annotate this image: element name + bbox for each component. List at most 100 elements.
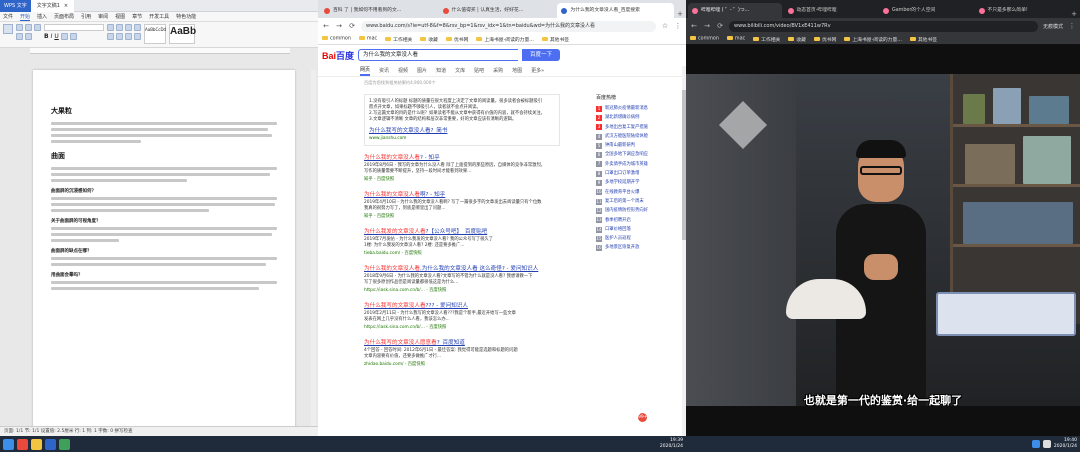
bookmark-item[interactable]: 其他书签 <box>541 36 569 43</box>
menu-item[interactable]: 审阅 <box>98 13 108 20</box>
menu-item[interactable]: 引用 <box>81 13 91 20</box>
wps-doc-tab[interactable]: 文字文稿1 × <box>30 0 75 12</box>
style-normal[interactable]: AaBbCcDd <box>144 24 166 44</box>
chrome-taskbar-icon[interactable] <box>17 438 28 450</box>
hot-item[interactable]: 16 多地景区恢复开放 <box>596 243 682 252</box>
reload-icon[interactable]: ⟳ <box>348 22 356 30</box>
number-list-icon[interactable] <box>116 24 123 31</box>
align-center-icon[interactable] <box>116 33 123 40</box>
bookmark-item[interactable]: 上海书屋-阅读的力量... <box>844 36 902 43</box>
menu-item[interactable]: 插入 <box>37 13 47 20</box>
search-tab[interactable]: 视频 <box>398 67 408 74</box>
search-tab[interactable]: 贴吧 <box>474 67 484 74</box>
bold-icon[interactable]: B <box>44 33 49 40</box>
hot-item[interactable]: 15 医护人员返程 <box>596 234 682 243</box>
notification-badge[interactable]: 99+ <box>638 413 648 422</box>
menu-item[interactable]: 开始 <box>20 13 31 21</box>
close-icon[interactable]: × <box>64 0 68 12</box>
bookmark-item[interactable]: common <box>322 36 351 42</box>
result-title[interactable]: 为什么我的文章没人看? - 知乎 <box>364 153 560 161</box>
undo-icon[interactable] <box>16 33 23 40</box>
search-tab[interactable]: 文库 <box>455 67 465 74</box>
bookmark-item[interactable]: 工作相关 <box>385 36 412 43</box>
back-icon[interactable]: ← <box>690 22 698 30</box>
menu-icon[interactable]: ⋮ <box>674 22 682 30</box>
italic-icon[interactable]: I <box>51 33 53 40</box>
reload-icon[interactable]: ⟳ <box>716 22 724 30</box>
hot-item[interactable]: 1 新冠肺炎疫情最新消息 <box>596 104 682 113</box>
video-player[interactable]: 也就是第一代的鉴赏·给一起聊了 <box>686 74 1080 406</box>
hot-item[interactable]: 13 春季招聘开启 <box>596 216 682 225</box>
browser-tab[interactable]: 不只是多那么简单! <box>974 3 1068 18</box>
menu-item[interactable]: 页面布局 <box>54 13 74 20</box>
search-tab[interactable]: 网页 <box>360 66 371 76</box>
hot-item[interactable]: 7 外卖骑手成为城市英雄 <box>596 160 682 169</box>
menu-icon[interactable]: ⋮ <box>1068 22 1076 30</box>
outdent-icon[interactable] <box>134 24 141 31</box>
align-right-icon[interactable] <box>125 33 132 40</box>
wechat-taskbar-icon[interactable] <box>59 438 70 450</box>
browser-tab[interactable]: 动态首页-哔哩哔哩 <box>783 3 877 18</box>
browser-tab[interactable]: 什么值得买 | 认真生活，好好花... <box>438 3 556 18</box>
menu-item[interactable]: 文件 <box>3 13 13 20</box>
indent-icon[interactable] <box>125 24 132 31</box>
network-icon[interactable] <box>1031 440 1040 448</box>
answer-link[interactable]: 为什么我写的文章没人看?_简书 <box>369 126 555 134</box>
bookmark-item[interactable]: 收藏 <box>420 36 438 43</box>
bookmark-item[interactable]: mac <box>726 36 745 42</box>
align-left-icon[interactable] <box>107 33 114 40</box>
new-tab-icon[interactable]: + <box>1070 10 1078 18</box>
bullet-list-icon[interactable] <box>107 24 114 31</box>
incognito-label[interactable]: 无痕模式 <box>1043 23 1063 30</box>
hot-item[interactable]: 10 在线教育平台火爆 <box>596 188 682 197</box>
bookmark-item[interactable]: 上海书屋-阅读的力量... <box>476 36 534 43</box>
format-painter-icon[interactable] <box>34 24 41 31</box>
result-title[interactable]: 为什么我的文章没人看,为什么我的文章没人看 这么奇怪? - 爱问知识人 <box>364 264 560 272</box>
new-tab-icon[interactable]: + <box>676 10 684 18</box>
justify-icon[interactable] <box>134 33 141 40</box>
menu-item[interactable]: 章节 <box>132 13 142 20</box>
forward-icon[interactable]: → <box>335 22 343 30</box>
result-title[interactable]: 为什么我写的文章没人愿意看?_百度知道 <box>364 338 560 346</box>
bookmark-item[interactable]: 优书网 <box>445 36 468 43</box>
search-tab[interactable]: 资讯 <box>379 67 389 74</box>
start-icon[interactable] <box>3 438 14 450</box>
bookmark-item[interactable]: 优书网 <box>813 36 836 43</box>
explorer-taskbar-icon[interactable] <box>31 438 42 450</box>
forward-icon[interactable]: → <box>703 22 711 30</box>
star-icon[interactable]: ☆ <box>661 22 669 30</box>
hot-item[interactable]: 6 全国多地下调应急响应 <box>596 150 682 159</box>
style-heading1[interactable]: AaBb <box>169 24 196 44</box>
copy-icon[interactable] <box>25 24 32 31</box>
hot-item[interactable]: 8 口罩出口订单激增 <box>596 169 682 178</box>
bookmark-item[interactable]: 收藏 <box>788 36 806 43</box>
browser-tab[interactable]: 百科 了 | 我如何不用看到的文... <box>320 3 437 18</box>
hot-item[interactable]: 9 多地学校延期开学 <box>596 178 682 187</box>
search-tab[interactable]: 更多» <box>531 67 544 74</box>
result-title[interactable]: 为什么我的文章没人看啊? - 知乎 <box>364 190 560 198</box>
search-button[interactable]: 百度一下 <box>522 49 561 61</box>
menu-item[interactable]: 开发工具 <box>149 13 169 20</box>
clock-right[interactable]: 19:40 2020/1/24 <box>1054 438 1077 450</box>
hot-item[interactable]: 12 国内疫情防控形势向好 <box>596 206 682 215</box>
menu-item[interactable]: 视图 <box>115 13 125 20</box>
result-url[interactable]: 知乎 - 百度快照 <box>364 213 560 219</box>
bookmark-item[interactable]: common <box>690 36 719 42</box>
wps-taskbar-icon[interactable] <box>45 438 56 450</box>
underline-icon[interactable]: U <box>54 33 58 40</box>
result-url[interactable]: zhidao.baidu.com/ - 百度快照 <box>364 361 560 367</box>
search-input[interactable]: 为什么我的文章没人看 <box>358 49 519 61</box>
result-url[interactable]: 知乎 - 百度快照 <box>364 176 560 182</box>
result-url[interactable]: https://iask.sina.com.cn/b/... - 百度快照 <box>364 324 560 330</box>
address-bar[interactable]: www.bilibili.com/video/BV1xE411w7Rv <box>729 20 1038 32</box>
hot-item[interactable]: 11 复工后的第一个周末 <box>596 197 682 206</box>
highlight-icon[interactable] <box>69 33 77 40</box>
bookmark-item[interactable]: 其他书签 <box>909 36 937 43</box>
bookmark-item[interactable]: mac <box>358 36 377 42</box>
hot-item[interactable]: 2 湖北新增确诊病例 <box>596 113 682 122</box>
address-bar[interactable]: www.baidu.com/s?ie=utf-8&f=8&rsv_bp=1&rs… <box>361 20 656 32</box>
result-url[interactable]: tieba.baidu.com/ - 百度快照 <box>364 250 560 256</box>
paste-icon[interactable] <box>3 24 13 34</box>
hot-item[interactable]: 14 口罩价格回落 <box>596 225 682 234</box>
back-icon[interactable]: ← <box>322 22 330 30</box>
